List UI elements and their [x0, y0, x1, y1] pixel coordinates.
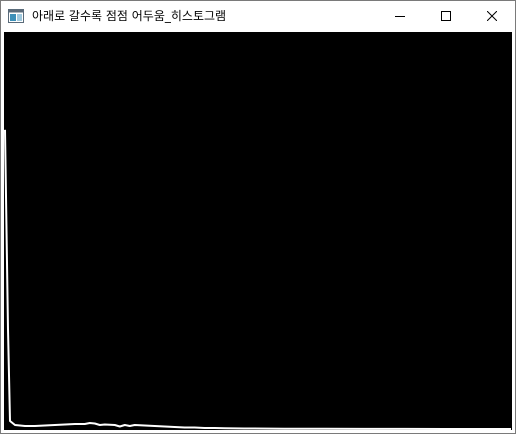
close-icon [487, 11, 497, 21]
minimize-icon [395, 16, 405, 17]
close-button[interactable] [469, 1, 515, 31]
app-window: 아래로 갈수록 점점 어두움_히스토그램 [0, 0, 516, 434]
histogram-plot [4, 129, 511, 430]
app-window-icon [8, 8, 24, 24]
minimize-button[interactable] [377, 1, 423, 31]
window-title: 아래로 갈수록 점점 어두움_히스토그램 [32, 9, 227, 23]
maximize-button[interactable] [423, 1, 469, 31]
title-bar[interactable]: 아래로 갈수록 점점 어두움_히스토그램 [1, 1, 515, 31]
histogram-series-line [4, 129, 511, 430]
maximize-icon [441, 11, 451, 21]
histogram-canvas [4, 32, 512, 430]
